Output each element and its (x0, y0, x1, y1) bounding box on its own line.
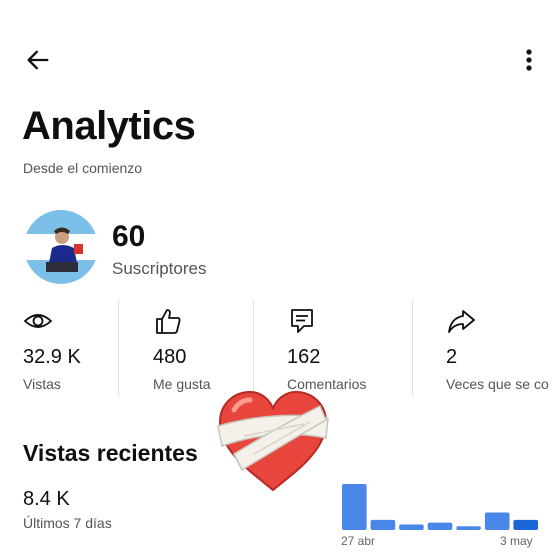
thumbs-up-icon (156, 309, 181, 334)
recent-views-label: Últimos 7 días (23, 515, 112, 531)
chart-bar (427, 522, 453, 530)
arrow-left-icon (27, 50, 49, 70)
divider (118, 300, 119, 396)
stat-label: Veces que se co (446, 376, 549, 392)
stat-value: 162 (287, 346, 321, 368)
more-options-button[interactable] (514, 42, 544, 78)
stat-value: 32.9 K (23, 346, 81, 368)
chart-bar (456, 526, 481, 530)
more-vert-icon (526, 49, 532, 71)
stat-label: Vistas (23, 376, 61, 392)
chart-bar (342, 484, 367, 530)
comment-icon (291, 309, 313, 333)
page-subtitle: Desde el comienzo (23, 160, 143, 176)
page-title: Analytics (22, 104, 196, 148)
x-tick-label: 3 may (500, 534, 533, 548)
stat-value: 480 (153, 346, 187, 368)
recent-views-value: 8.4 K (23, 488, 70, 510)
divider (253, 300, 254, 396)
chart-bar (370, 519, 396, 530)
channel-avatar (24, 210, 98, 284)
stat-label: Me gusta (153, 376, 211, 392)
recent-views-title: Vistas recientes (23, 440, 198, 466)
stat-value: 2 (446, 346, 458, 368)
subscriber-label: Suscriptores (112, 259, 207, 278)
chart-bar (399, 524, 424, 530)
divider (412, 300, 413, 396)
mended-heart-sticker (217, 390, 329, 492)
share-icon (448, 310, 475, 333)
eye-icon (23, 314, 53, 328)
back-button[interactable] (20, 42, 56, 78)
x-tick-label: 27 abr (341, 534, 376, 548)
chart-bar (513, 519, 538, 530)
chart-bar (484, 512, 510, 530)
top-bar (0, 30, 560, 86)
stat-shares[interactable]: 2 Veces que se co (446, 300, 560, 396)
subscriber-count: 60 (112, 220, 146, 253)
recent-views-chart[interactable] (340, 480, 540, 530)
